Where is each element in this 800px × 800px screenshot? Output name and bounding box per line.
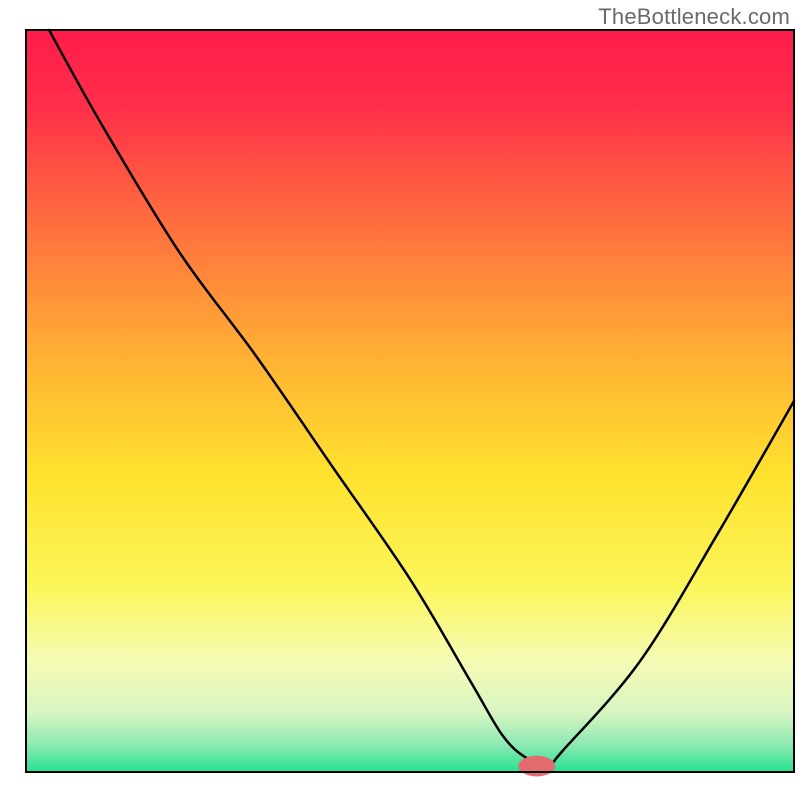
optimal-point-marker bbox=[518, 756, 555, 777]
watermark-text: TheBottleneck.com bbox=[598, 4, 790, 30]
chart-canvas bbox=[0, 0, 800, 800]
plot-background bbox=[26, 30, 794, 772]
